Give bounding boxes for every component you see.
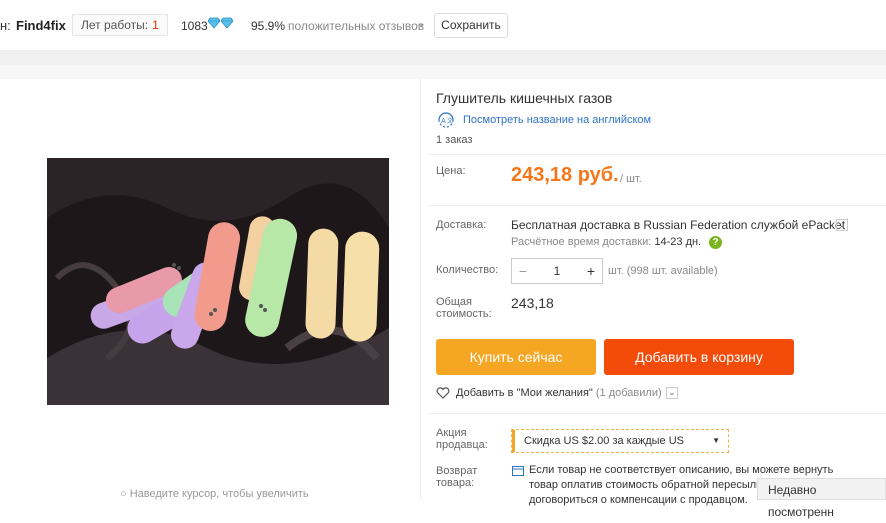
store-prefix: н: bbox=[0, 18, 11, 33]
delivery-estimate-days: 14-23 дн. bbox=[654, 236, 702, 248]
chevron-down-icon[interactable]: ⌄ bbox=[666, 387, 678, 399]
total-label-line2: стоимость: bbox=[436, 308, 492, 320]
product-photo bbox=[47, 158, 389, 405]
svg-text:文: 文 bbox=[447, 117, 453, 125]
zoom-hint-text: Наведите курсор, чтобы увеличить bbox=[129, 488, 309, 500]
return-label-line1: Возврат bbox=[436, 465, 478, 477]
promo-text: Скидка US $2.00 за каждые US bbox=[524, 435, 684, 447]
divider bbox=[420, 79, 421, 500]
price-unit: / шт. bbox=[620, 173, 642, 185]
translate-title-link[interactable]: Посмотреть название на английском bbox=[463, 114, 651, 126]
quantity-input[interactable]: 1 bbox=[534, 259, 580, 283]
total-price: 243,18 bbox=[511, 295, 554, 311]
buy-now-button[interactable]: Купить сейчас bbox=[436, 339, 596, 375]
product-main-image[interactable] bbox=[47, 158, 389, 405]
order-count: 1 заказ bbox=[436, 134, 473, 146]
quantity-increase-button[interactable]: + bbox=[580, 259, 602, 283]
product-title: Глушитель кишечных газов bbox=[436, 90, 613, 106]
price-label: Цена: bbox=[436, 165, 466, 177]
diamond-icon bbox=[208, 17, 220, 29]
delivery-estimate: Расчётное время доставки: 14-23 дн. bbox=[511, 236, 701, 248]
wishlist-label: Добавить в "Мои желания" bbox=[456, 387, 593, 399]
quantity-label: Количество: bbox=[436, 264, 499, 276]
delivery-method[interactable]: Бесплатная доставка в Russian Federation… bbox=[511, 218, 845, 232]
svg-text:A: A bbox=[441, 117, 446, 125]
nav-band bbox=[0, 51, 886, 79]
return-label-line2: товара: bbox=[436, 477, 475, 489]
delivery-label: Доставка: bbox=[436, 219, 487, 231]
heart-icon[interactable] bbox=[436, 387, 450, 399]
seller-promo-select[interactable]: Скидка US $2.00 за каждые US ▼ bbox=[511, 429, 729, 453]
store-name-link[interactable]: Find4fix bbox=[16, 18, 66, 33]
store-header: н: Find4fix Лет работы: 1 1083 95.9% поло… bbox=[0, 0, 886, 51]
stock-available: шт. (998 шт. available) bbox=[608, 265, 718, 277]
divider bbox=[428, 154, 886, 155]
total-label-line1: Общая bbox=[436, 296, 472, 308]
feedback-score[interactable]: 1083 bbox=[181, 19, 208, 33]
return-policy-icon bbox=[512, 466, 524, 476]
quantity-decrease-button[interactable]: − bbox=[512, 259, 534, 283]
translate-icon[interactable]: A 文 bbox=[436, 112, 456, 128]
promo-label-line2: продавца: bbox=[436, 439, 488, 451]
chevron-down-icon[interactable]: ⌄ bbox=[836, 219, 848, 231]
promo-label-line1: Акция bbox=[436, 427, 467, 439]
delivery-estimate-label: Расчётное время доставки: bbox=[511, 236, 652, 248]
store-years-value: 1 bbox=[152, 18, 159, 32]
product-price: 243,18 руб. bbox=[511, 164, 619, 186]
zoom-hint: ○ Наведите курсор, чтобы увеличить bbox=[120, 488, 309, 500]
save-store-button[interactable]: Сохранить bbox=[434, 13, 508, 38]
quantity-stepper: − 1 + bbox=[511, 258, 603, 284]
wishlist-count: (1 добавили) bbox=[595, 387, 662, 399]
help-icon[interactable]: ? bbox=[709, 236, 722, 249]
positive-feedback-label[interactable]: положительных отзывов bbox=[288, 19, 424, 33]
diamond-icon bbox=[221, 17, 233, 29]
recently-viewed-tab[interactable]: Недавно посмотренн bbox=[757, 478, 886, 519]
store-years-label: Лет работы: bbox=[81, 18, 149, 32]
store-years-badge: Лет работы: 1 bbox=[72, 14, 168, 36]
divider bbox=[428, 205, 886, 206]
add-to-wishlist-link[interactable]: Добавить в "Мои желания" (1 добавили) bbox=[456, 387, 662, 399]
positive-feedback-percent: 95.9% bbox=[251, 19, 286, 33]
divider bbox=[428, 413, 886, 414]
caret-down-icon: ▼ bbox=[712, 436, 720, 445]
add-to-cart-button[interactable]: Добавить в корзину bbox=[604, 339, 794, 375]
chevron-down-icon[interactable]: ⌄ bbox=[417, 18, 425, 29]
